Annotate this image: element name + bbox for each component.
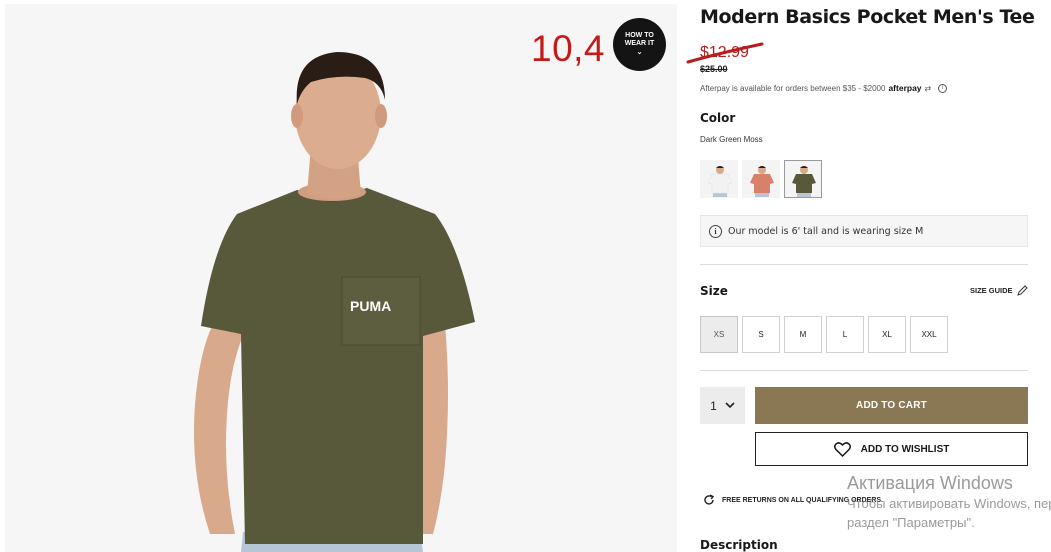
- how-to-wear-button[interactable]: HOW TO WEAR IT ⌄: [613, 18, 666, 71]
- afterpay-logo-icon: ⇄: [924, 83, 932, 93]
- divider: [700, 370, 1028, 371]
- quantity-value: 1: [710, 398, 717, 413]
- price: $25.00: [700, 64, 728, 74]
- how-to-wear-line2: WEAR IT: [624, 40, 655, 47]
- product-photo[interactable]: PUMA: [5, 4, 677, 552]
- quantity-select[interactable]: 1: [700, 387, 745, 424]
- size-option-xl[interactable]: XL: [868, 316, 906, 353]
- color-swatch-dark-green-moss[interactable]: [784, 160, 822, 198]
- size-option-xs[interactable]: XS: [700, 316, 738, 353]
- how-to-wear-line1: HOW TO: [625, 32, 654, 39]
- shirt-logo-text: PUMA: [350, 298, 391, 314]
- color-value: Dark Green Moss: [700, 135, 763, 144]
- size-option-xxl[interactable]: XXL: [910, 316, 948, 353]
- size-option-l[interactable]: L: [826, 316, 864, 353]
- color-swatch-coral[interactable]: [742, 160, 780, 198]
- afterpay-info: Afterpay is available for orders between…: [700, 83, 948, 93]
- color-swatch-white[interactable]: [700, 160, 738, 198]
- free-returns-note: FREE RETURNS ON ALL QUALIFYING ORDERS.: [703, 494, 883, 506]
- info-icon: i: [709, 224, 722, 238]
- heart-icon: [833, 441, 851, 457]
- chevron-down-icon: ⌄: [636, 49, 643, 56]
- color-swatches: [700, 160, 822, 198]
- refresh-icon: [704, 494, 715, 505]
- size-label: Size: [700, 284, 728, 298]
- add-to-cart-button[interactable]: ADD TO CART: [755, 387, 1028, 424]
- product-title: Modern Basics Pocket Men's Tee: [700, 6, 1035, 28]
- add-to-wishlist-label: ADD TO WISHLIST: [860, 443, 950, 455]
- size-options: XS S M L XL XXL: [700, 316, 948, 353]
- color-label: Color: [700, 111, 736, 125]
- size-guide-link[interactable]: SIZE GUIDE: [970, 285, 1028, 296]
- product-details-panel: Modern Basics Pocket Men's Tee $12.99 $2…: [686, 0, 1051, 552]
- overlay-price-text: 10,4: [531, 28, 606, 69]
- product-image-panel: PUMA 10,4 HOW TO WEAR IT ⌄: [5, 4, 677, 552]
- description-heading[interactable]: Description: [700, 538, 778, 552]
- divider: [700, 264, 1028, 265]
- size-guide-label: SIZE GUIDE: [970, 286, 1013, 295]
- afterpay-logo: afterpay: [888, 83, 922, 93]
- afterpay-text: Afterpay is available for orders between…: [700, 83, 886, 93]
- info-icon[interactable]: i: [938, 83, 948, 93]
- size-option-s[interactable]: S: [742, 316, 780, 353]
- add-to-wishlist-button[interactable]: ADD TO WISHLIST: [755, 432, 1028, 466]
- model-size-note: i Our model is 6' tall and is wearing si…: [700, 215, 1028, 247]
- free-returns-text: FREE RETURNS ON ALL QUALIFYING ORDERS.: [722, 496, 884, 504]
- size-option-m[interactable]: M: [784, 316, 822, 353]
- model-note-text: Our model is 6' tall and is wearing size…: [728, 225, 924, 237]
- pencil-icon: [1016, 285, 1028, 296]
- chevron-down-icon: [725, 402, 735, 409]
